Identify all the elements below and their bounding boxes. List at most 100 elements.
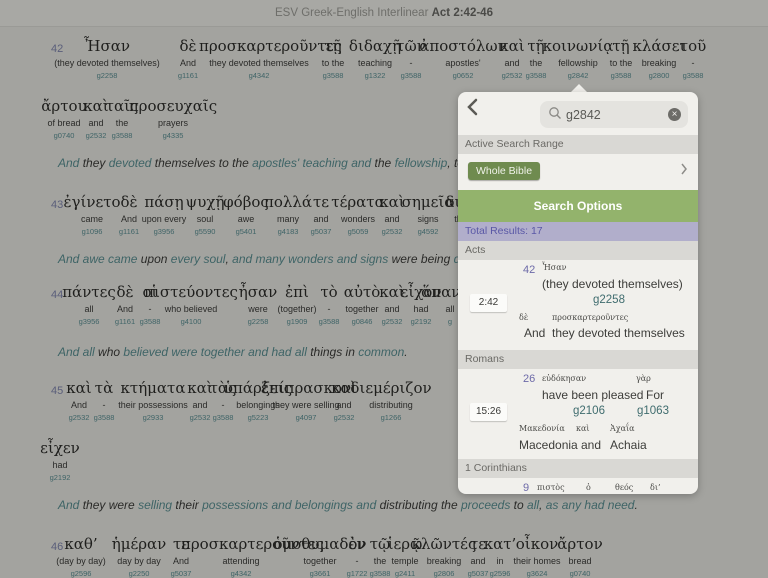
translation-text: the [371, 156, 395, 170]
result-english-word: Achaia [610, 438, 647, 452]
verse-translation: And they devoted themselves to the apost… [58, 156, 484, 170]
translation-text: their [172, 498, 203, 512]
interlinear-word[interactable]: ἄρτον bread g0740 [520, 535, 640, 578]
search-options-button[interactable]: Search Options [458, 190, 698, 222]
search-icon [549, 107, 561, 119]
result-greek-word: δὲ [519, 313, 529, 322]
result-verse-number: 9 [523, 482, 530, 494]
verse-translation: And awe came upon every soul, and many w… [58, 252, 480, 266]
search-input[interactable] [564, 104, 668, 126]
linked-word[interactable]: common [358, 345, 404, 359]
result-greek-word: Μακεδονία [519, 424, 565, 433]
translation-text: upon [137, 252, 171, 266]
back-button[interactable] [466, 97, 478, 123]
linked-word[interactable]: and many wonders and signs [232, 252, 388, 266]
linked-word[interactable]: proceeds [461, 498, 510, 512]
result-english-word: For [646, 388, 664, 402]
greek-word[interactable]: ἄρτον [520, 535, 640, 553]
result-english-word: (they devoted themselves) [542, 277, 683, 291]
result-greek-word: πιστὸς [537, 483, 565, 492]
linked-word[interactable]: and [351, 156, 371, 170]
result-english-word: Macedonia [519, 438, 578, 452]
total-results: Total Results: 17 [458, 222, 698, 241]
translation-text: themselves to the [151, 156, 253, 170]
result-reference-button[interactable]: 15:26 [470, 403, 507, 421]
interlinear-word[interactable]: διεμέριζον distributing g1266 [331, 379, 451, 422]
linked-word[interactable]: And [58, 498, 79, 512]
title-bar: ESV Greek-English Interlinear Act 2:42-4… [0, 0, 768, 27]
active-search-range-header: Active Search Range [458, 135, 698, 154]
chevron-right-icon [680, 162, 688, 179]
linked-word[interactable]: every soul [171, 252, 226, 266]
translation-text: who [94, 345, 124, 359]
strongs-number[interactable]: g1266 [331, 413, 451, 422]
translation-text: to [510, 498, 528, 512]
result-greek-word: ὁ [586, 483, 591, 492]
group-header-1-corinthians: 1 Corinthians [458, 459, 698, 478]
linked-word[interactable]: devoted [109, 156, 152, 170]
english-gloss: had [52, 460, 68, 470]
group-header-acts: Acts [458, 241, 698, 260]
english-gloss: bread [568, 556, 592, 566]
linked-word[interactable]: believed were together and had all [123, 345, 306, 359]
strongs-number[interactable]: g4335 [113, 131, 233, 140]
linked-word[interactable]: selling [138, 498, 172, 512]
result-strongs-number[interactable]: g2106 [573, 405, 605, 417]
verse-translation: And they were selling their possessions … [58, 498, 638, 512]
strongs-number[interactable]: g3588 [633, 71, 753, 80]
english-gloss: distributing [369, 400, 413, 410]
linked-word[interactable]: And all [58, 345, 95, 359]
translation-text: . [634, 498, 638, 512]
translation-text: distributing the [376, 498, 461, 512]
result-item[interactable]: 2:42 42 Ἦσαν (they devoted themselves) g… [458, 260, 698, 350]
translation-text: , [539, 498, 546, 512]
clear-search-icon[interactable]: × [668, 108, 681, 121]
result-verse-number: 42 [523, 264, 536, 276]
greek-word[interactable]: τοῦ [633, 37, 753, 55]
result-english-word: have been pleased [542, 388, 644, 402]
strongs-number[interactable]: g2192 [0, 473, 120, 482]
search-popover: × Active Search Range Whole Bible Search… [458, 92, 698, 494]
result-strongs-number[interactable]: g2258 [593, 294, 625, 306]
result-item[interactable]: 9 πιστὸς ὁ θεός δι’ [458, 478, 698, 494]
result-reference-button[interactable]: 2:42 [470, 294, 507, 312]
linked-word[interactable]: possessions and belongings and [202, 498, 376, 512]
linked-word[interactable]: all [527, 498, 539, 512]
translation-text: things in [306, 345, 359, 359]
result-greek-word: γὰρ [636, 374, 651, 383]
translation-text: they [79, 156, 109, 170]
result-greek-word: Ἀχαΐα [610, 424, 635, 433]
interlinear-word[interactable]: εἶχεν had g2192 [0, 439, 120, 482]
interlinear-word[interactable]: τοῦ - g3588 [633, 37, 753, 80]
result-english-word: and [581, 438, 602, 452]
linked-word[interactable]: as any had need [546, 498, 635, 512]
chevron-left-icon [467, 98, 478, 116]
greek-word[interactable]: διεμέριζον [331, 379, 451, 397]
verse-translation: And all who believed were together and h… [58, 345, 408, 359]
whole-bible-button[interactable]: Whole Bible [468, 162, 541, 180]
result-greek-word: προσκαρτεροῦντες [552, 313, 629, 322]
group-header-romans: Romans [458, 350, 698, 369]
strongs-number[interactable]: g0740 [520, 569, 640, 578]
result-greek-word: καὶ [576, 424, 590, 433]
result-verse-number: 26 [523, 373, 536, 385]
result-item[interactable]: 15:26 26 εὐδόκησαν γὰρ have been pleased… [458, 369, 698, 459]
search-field[interactable]: × [540, 101, 688, 128]
passage-reference[interactable]: Act 2:42-46 [432, 7, 493, 19]
greek-word[interactable]: εἶχεν [0, 439, 120, 457]
app-title: ESV Greek-English Interlinear [275, 7, 429, 19]
result-greek-word: δι’ [650, 483, 661, 492]
linked-word[interactable]: And [58, 156, 79, 170]
search-range-row[interactable]: Whole Bible [458, 154, 698, 190]
linked-word[interactable]: fellowship [395, 156, 448, 170]
greek-word[interactable]: προσευχαῖς [113, 97, 233, 115]
result-greek-word: Ἦσαν [542, 263, 567, 272]
english-gloss: prayers [157, 118, 188, 128]
result-strongs-number[interactable]: g1063 [637, 405, 669, 417]
linked-word[interactable]: apostles' teaching [252, 156, 348, 170]
linked-word[interactable]: And awe came [58, 252, 137, 266]
interlinear-word[interactable]: προσευχαῖς prayers g4335 [113, 97, 233, 140]
translation-text: . [404, 345, 408, 359]
translation-text: they were [79, 498, 139, 512]
result-greek-word: εὐδόκησαν [542, 374, 587, 383]
